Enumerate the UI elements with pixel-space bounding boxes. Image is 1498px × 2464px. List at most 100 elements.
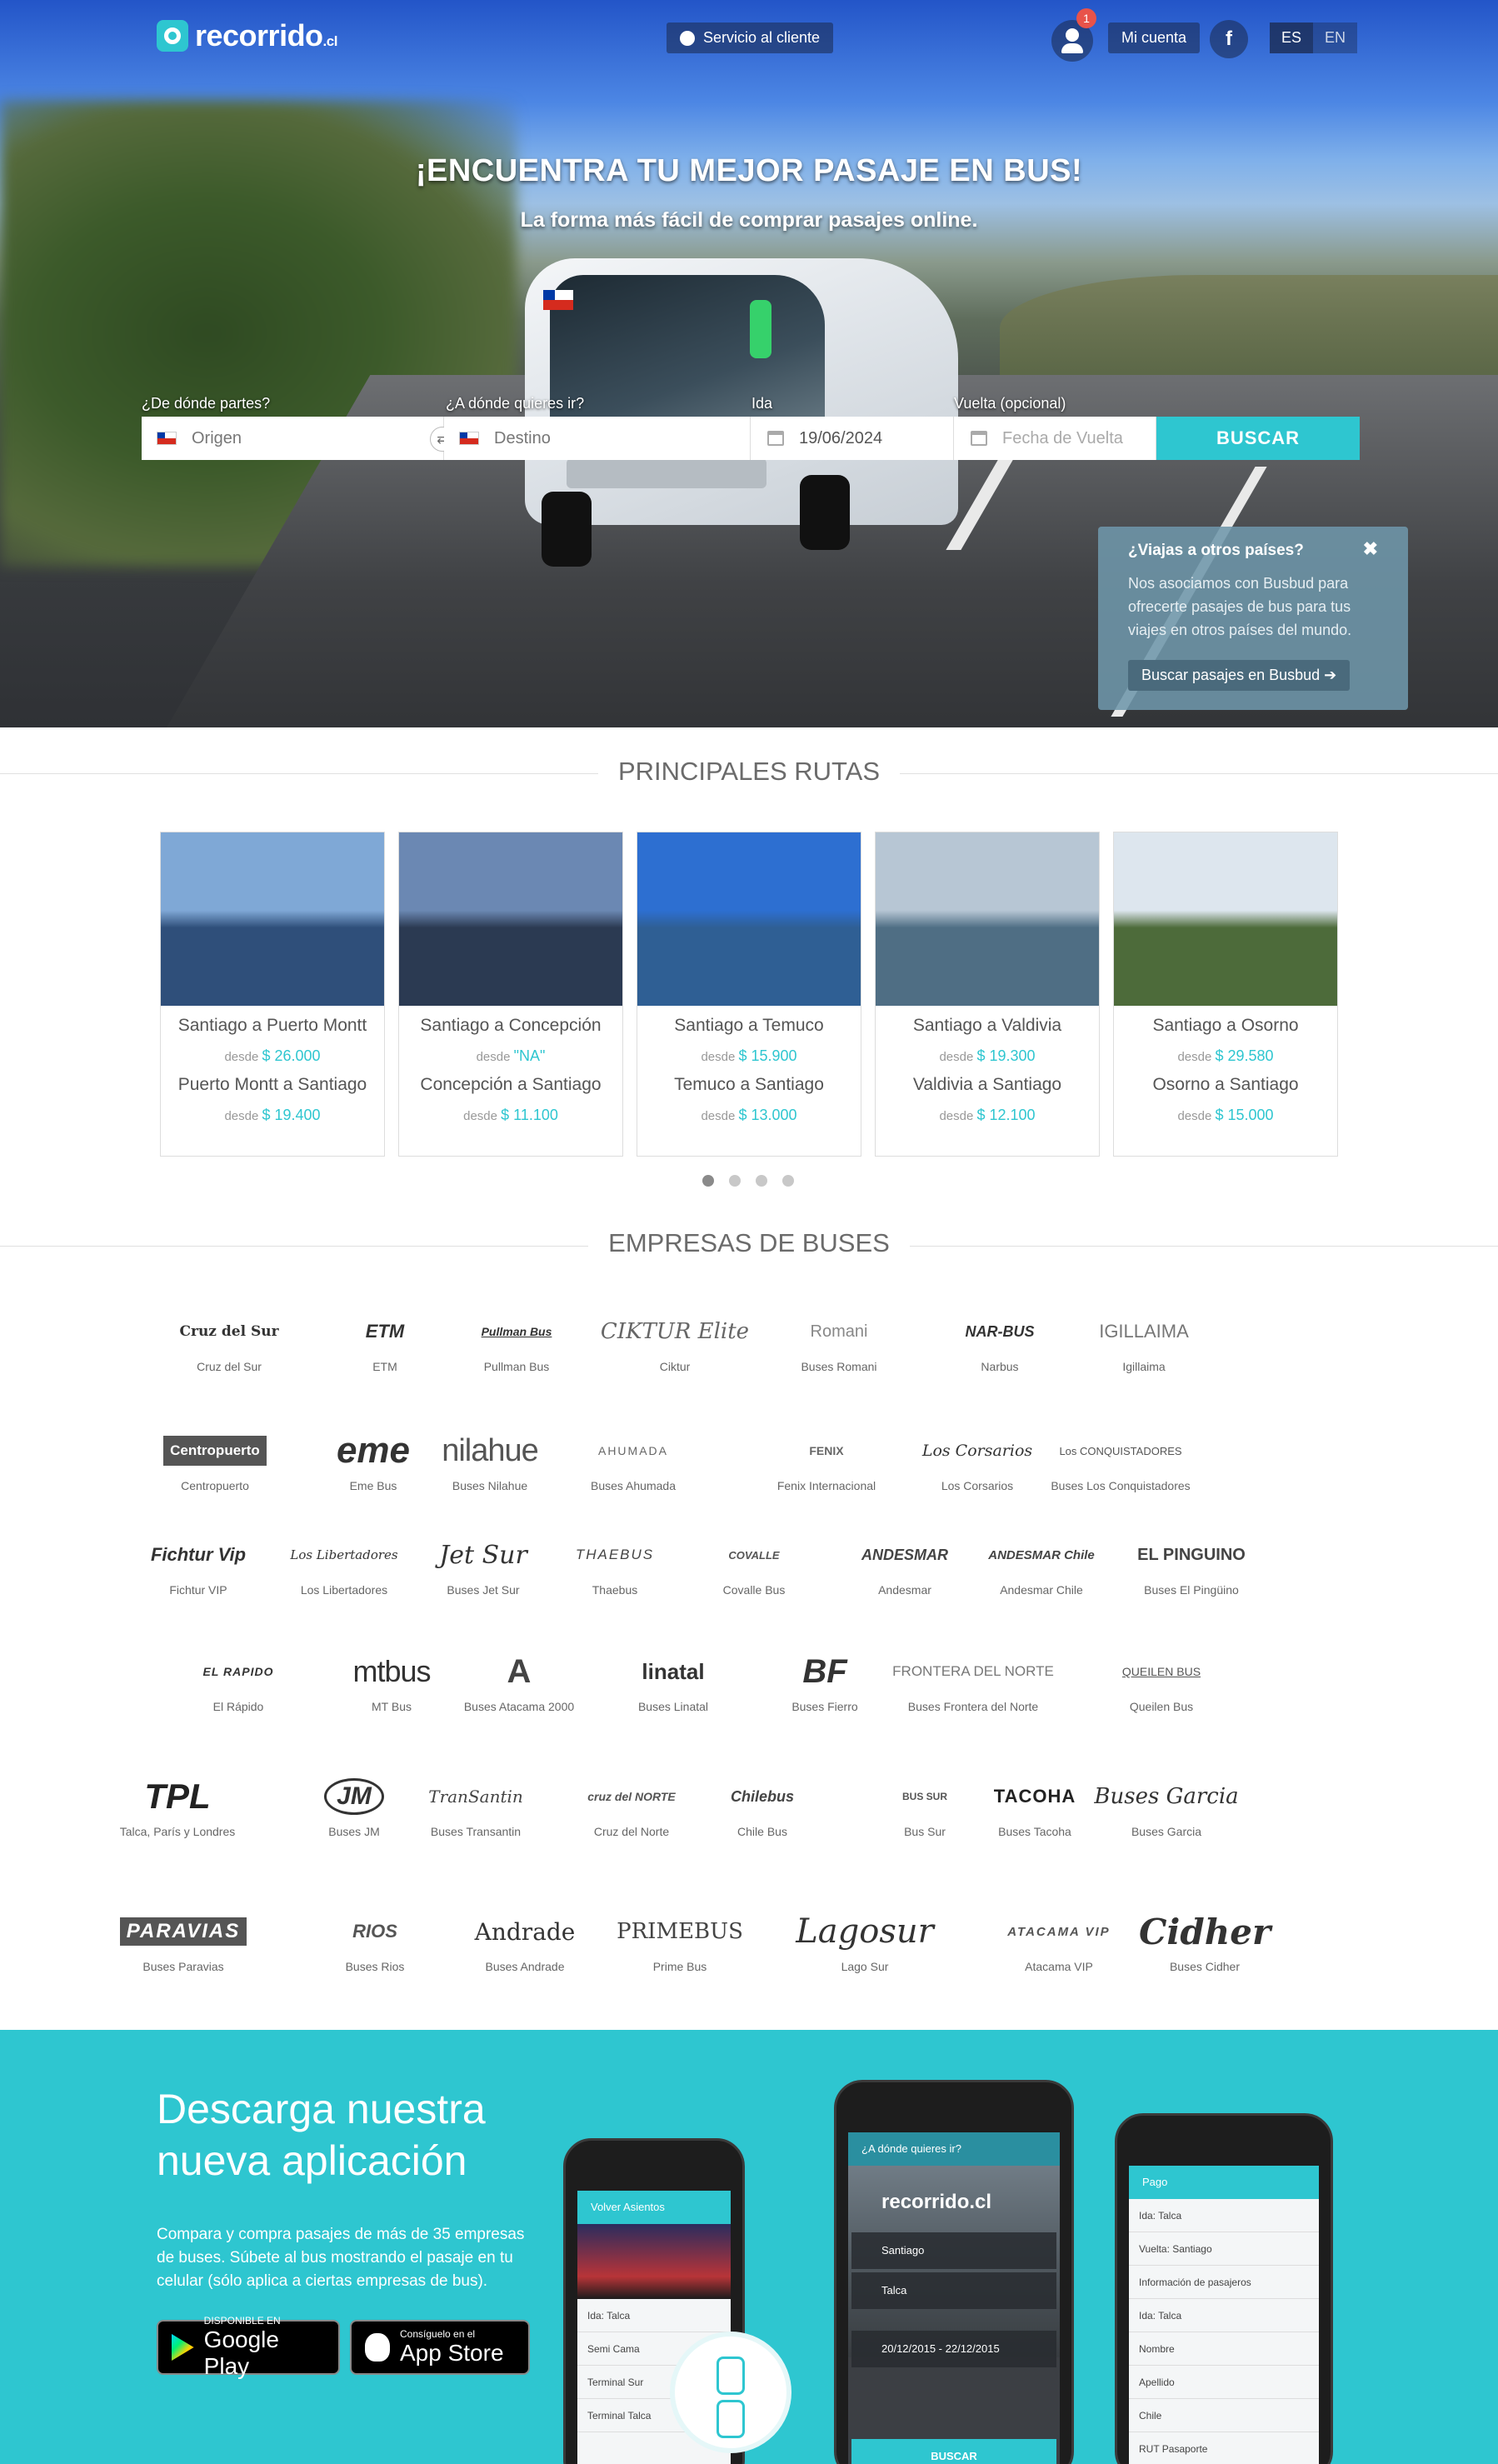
google-play-button[interactable]: DISPONIBLE EN Google Play: [157, 2315, 340, 2379]
company-logo-mark: TranSantin: [428, 1787, 523, 1807]
app-store-button[interactable]: Consíguelo en el App Store: [350, 2320, 530, 2375]
company-logo[interactable]: QUEILEN BUS Queilen Bus: [1107, 1648, 1216, 1713]
company-logo[interactable]: EL PINGUINO Buses El Pingüino: [1125, 1532, 1258, 1597]
company-name: Eme Bus: [349, 1479, 397, 1492]
company-logo[interactable]: linatal Buses Linatal: [615, 1648, 732, 1714]
return-route-title[interactable]: Valdivia a Santiago: [876, 1075, 1099, 1095]
company-logo[interactable]: Pullman Bus Pullman Bus: [462, 1308, 571, 1373]
company-logo[interactable]: Los Libertadores Los Libertadores: [282, 1532, 407, 1597]
company-logo[interactable]: Cidher Buses Cidher: [1139, 1908, 1271, 1974]
company-logo[interactable]: Centropuerto Centropuerto: [148, 1427, 282, 1492]
origin-field[interactable]: Origen: [142, 417, 444, 460]
company-logo-mark: Chilebus: [730, 1787, 794, 1805]
return-route-title[interactable]: Concepción a Santiago: [399, 1075, 622, 1095]
company-logo-mark: TPL: [144, 1777, 211, 1816]
company-logo[interactable]: AHUMADA Buses Ahumada: [550, 1427, 717, 1492]
company-logo[interactable]: BF Buses Fierro: [766, 1648, 883, 1714]
destination-field[interactable]: Destino: [444, 417, 751, 460]
company-name: Los Corsarios: [941, 1479, 1014, 1492]
company-logo[interactable]: Los CONQUISTADORES Buses Los Conquistado…: [1041, 1427, 1200, 1493]
company-logo[interactable]: Jet Sur Buses Jet Sur: [437, 1532, 529, 1597]
company-logo[interactable]: JM Buses JM: [312, 1773, 396, 1838]
facebook-icon[interactable]: f: [1210, 20, 1248, 58]
company-logo[interactable]: FENIX Fenix Internacional: [760, 1427, 893, 1492]
customer-service-button[interactable]: Servicio al cliente: [667, 22, 834, 53]
company-logo[interactable]: Romani Buses Romani: [776, 1308, 901, 1374]
route-card[interactable]: Santiago a Valdivia desde $ 19.300 Valdi…: [875, 832, 1100, 1157]
company-logo[interactable]: Cruz del Sur Cruz del Sur: [173, 1308, 286, 1373]
company-name: Buses Paravias: [142, 1960, 224, 1973]
close-icon[interactable]: ✖: [1363, 538, 1378, 560]
company-logo[interactable]: mtbus MT Bus: [342, 1648, 442, 1713]
company-logo[interactable]: EL RAPIDO El Rápido: [184, 1648, 292, 1713]
company-logo-mark: ANDESMAR Chile: [988, 1547, 1095, 1562]
company-logo[interactable]: Buses Garcia Buses Garcia: [1094, 1773, 1239, 1838]
company-logo[interactable]: ETM ETM: [339, 1308, 431, 1373]
lang-es-button[interactable]: ES: [1270, 22, 1314, 53]
company-logo[interactable]: Chilebus Chile Bus: [708, 1773, 816, 1839]
route-photo: [161, 832, 384, 1006]
origin-label: ¿De dónde partes?: [142, 395, 271, 412]
company-logo[interactable]: NAR-BUS Narbus: [946, 1308, 1054, 1374]
return-route-title[interactable]: Temuco a Santiago: [637, 1075, 861, 1095]
return-route-price: desde $ 15.000: [1177, 1107, 1274, 1123]
search-button[interactable]: BUSCAR: [1156, 417, 1360, 460]
company-name: Buses Los Conquistadores: [1051, 1479, 1191, 1492]
company-logo[interactable]: PRIMEBUS Prime Bus: [597, 1908, 763, 1973]
company-logo[interactable]: Lagosur Lago Sur: [794, 1908, 936, 1973]
company-logo[interactable]: TPL Talca, París y Londres: [102, 1773, 252, 1838]
my-account-button[interactable]: Mi cuenta: [1108, 22, 1201, 53]
company-logo[interactable]: Los Corsarios Los Corsarios: [919, 1427, 1036, 1492]
carousel-dot[interactable]: [702, 1175, 714, 1187]
company-logo[interactable]: Fichtur Vip Fichtur VIP: [140, 1532, 257, 1597]
return-route-title[interactable]: Puerto Montt a Santiago: [161, 1075, 384, 1095]
lang-en-button[interactable]: EN: [1313, 22, 1358, 53]
site-logo[interactable]: recorrido.cl: [157, 18, 337, 53]
depart-date-field[interactable]: 19/06/2024: [751, 417, 954, 460]
company-logo[interactable]: BUS SUR Bus Sur: [883, 1773, 966, 1838]
company-logo[interactable]: cruz del NORTE Cruz del Norte: [569, 1773, 694, 1838]
busbud-search-button[interactable]: Buscar pasajes en Busbud ➔: [1128, 660, 1351, 691]
company-logo[interactable]: nilahue Buses Nilahue: [427, 1427, 552, 1493]
company-logo[interactable]: Andrade Buses Andrade: [454, 1908, 596, 1974]
company-logo-mark: Buses Garcia: [1094, 1784, 1239, 1809]
company-logo[interactable]: PARAVIAS Buses Paravias: [100, 1908, 267, 1973]
carousel-dot[interactable]: [756, 1175, 767, 1187]
route-card[interactable]: Santiago a Osorno desde $ 29.580 Osorno …: [1113, 832, 1338, 1157]
route-card[interactable]: Santiago a Concepción desde "NA" Concepc…: [398, 832, 623, 1157]
company-logo[interactable]: TranSantin Buses Transantin: [413, 1773, 538, 1838]
route-title[interactable]: Santiago a Puerto Montt: [161, 1016, 384, 1036]
company-logo[interactable]: TACOHA Buses Tacoha: [968, 1773, 1101, 1838]
return-route-title[interactable]: Osorno a Santiago: [1114, 1075, 1337, 1095]
route-card[interactable]: Santiago a Puerto Montt desde $ 26.000 P…: [160, 832, 385, 1157]
logo-tld: .cl: [322, 33, 338, 49]
route-title[interactable]: Santiago a Temuco: [637, 1016, 861, 1036]
phone1-topbar: Volver Asientos: [577, 2191, 731, 2224]
company-logo[interactable]: IGILLAIMA Igillaima: [1086, 1308, 1202, 1373]
carousel-dot[interactable]: [782, 1175, 794, 1187]
company-logo[interactable]: ANDESMAR Andesmar: [846, 1532, 963, 1597]
route-title[interactable]: Santiago a Osorno: [1114, 1016, 1337, 1036]
company-logo-mark: RIOS: [352, 1921, 397, 1942]
company-logo[interactable]: eme Eme Bus: [336, 1427, 411, 1492]
company-logo[interactable]: COVALLE Covalle Bus: [692, 1532, 816, 1597]
route-photo: [399, 832, 622, 1006]
company-logo[interactable]: FRONTERA DEL NORTE Buses Frontera del No…: [890, 1648, 1056, 1713]
route-price: desde "NA": [476, 1047, 546, 1064]
route-title[interactable]: Santiago a Concepción: [399, 1016, 622, 1036]
carousel-dot[interactable]: [729, 1175, 741, 1187]
company-name: Buses Linatal: [637, 1700, 709, 1713]
company-name: Centropuerto: [181, 1479, 249, 1492]
company-logo[interactable]: ATACAMA VIP Atacama VIP: [1005, 1908, 1113, 1974]
route-title[interactable]: Santiago a Valdivia: [876, 1016, 1099, 1036]
return-date-field[interactable]: Fecha de Vuelta: [954, 417, 1156, 460]
chile-flag-icon: [459, 432, 479, 445]
company-logo[interactable]: A Buses Atacama 2000: [448, 1648, 590, 1714]
company-logo[interactable]: RIOS Buses Rios: [317, 1908, 433, 1973]
company-logo-mark: THAEBUS: [575, 1547, 655, 1562]
company-logo[interactable]: THAEBUS Thaebus: [561, 1532, 669, 1597]
company-logo[interactable]: ANDESMAR Chile Andesmar Chile: [975, 1532, 1108, 1597]
company-logo[interactable]: CIKTUR Elite Ciktur: [600, 1308, 750, 1373]
company-logo-mark: Fichtur Vip: [150, 1544, 247, 1565]
route-card[interactable]: Santiago a Temuco desde $ 15.900 Temuco …: [637, 832, 861, 1157]
